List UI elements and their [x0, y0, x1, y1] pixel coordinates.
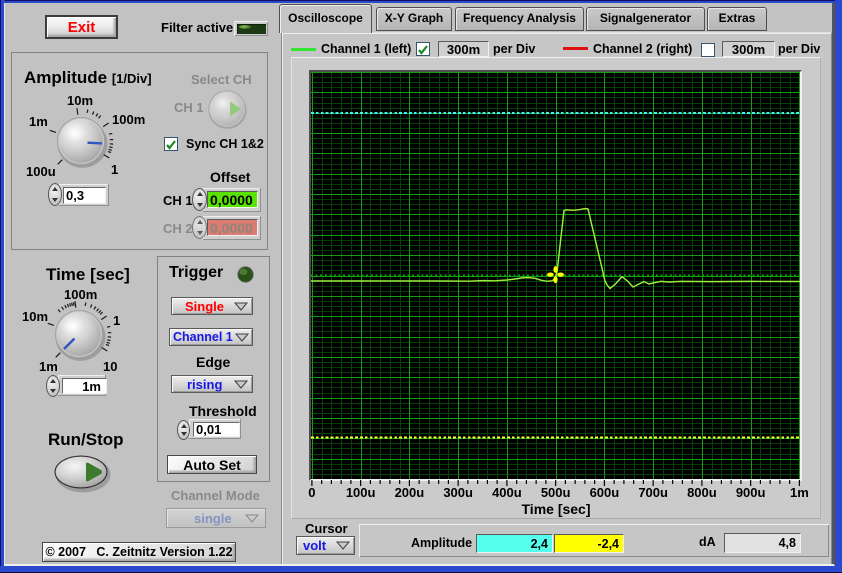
svg-text:300u: 300u: [443, 485, 473, 499]
svg-text:600u: 600u: [590, 485, 620, 499]
svg-text:700u: 700u: [638, 485, 668, 499]
svg-text:100u: 100u: [346, 485, 376, 499]
svg-text:0: 0: [308, 485, 315, 499]
svg-text:1m: 1m: [790, 485, 809, 499]
svg-text:500u: 500u: [541, 485, 571, 499]
svg-text:200u: 200u: [395, 485, 425, 499]
svg-text:800u: 800u: [687, 485, 717, 499]
svg-text:400u: 400u: [492, 485, 522, 499]
svg-text:900u: 900u: [736, 485, 766, 499]
